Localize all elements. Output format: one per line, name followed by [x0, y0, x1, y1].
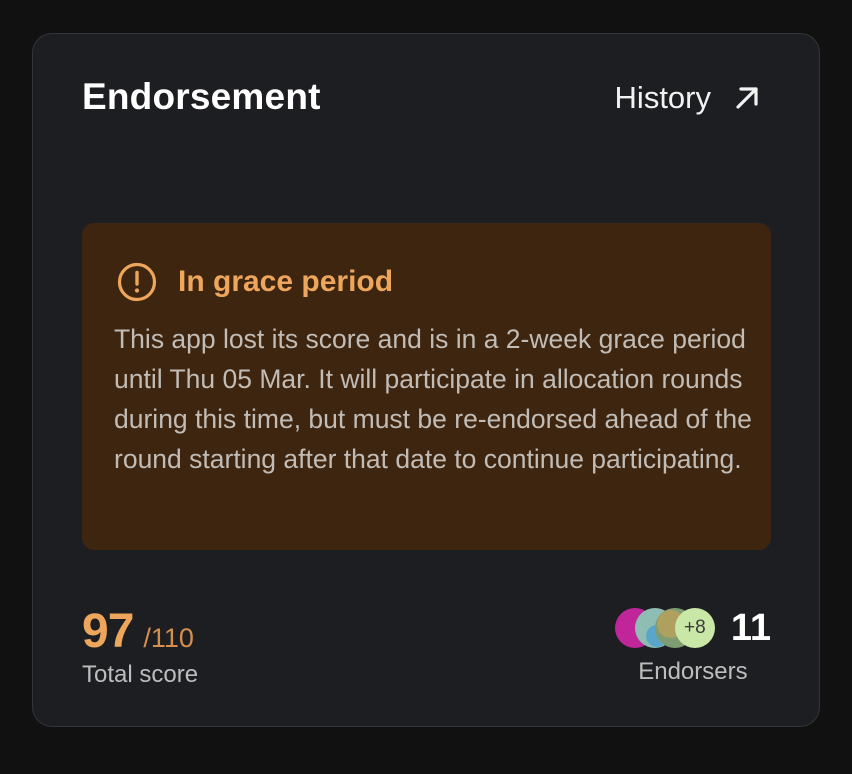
endorsers-summary[interactable]: +8 11 Endorsers: [614, 606, 771, 686]
total-score: 97 /110 Total score: [82, 604, 198, 689]
grace-period-alert: In grace period This app lost its score …: [82, 223, 771, 550]
arrow-up-right-icon: [736, 87, 758, 109]
history-link[interactable]: History: [615, 80, 761, 116]
endorsers-label: Endorsers: [638, 658, 748, 685]
alert-header: In grace period: [116, 261, 393, 303]
endorser-avatar-stack[interactable]: +8: [614, 606, 717, 650]
alert-title: In grace period: [178, 265, 394, 298]
score-max: /110: [143, 623, 194, 653]
score-value: 97: [82, 605, 134, 658]
alert-circle-icon: [117, 262, 157, 302]
alert-body: This app lost its score and is in a 2-we…: [114, 324, 752, 474]
endorsement-card: Endorsement History In grace period This…: [32, 33, 820, 727]
score-label: Total score: [82, 661, 199, 688]
endorser-count: 11: [730, 606, 771, 649]
history-label: History: [614, 80, 711, 115]
card-title: Endorsement: [82, 76, 321, 117]
more-endorsers-badge: +8: [674, 608, 715, 648]
